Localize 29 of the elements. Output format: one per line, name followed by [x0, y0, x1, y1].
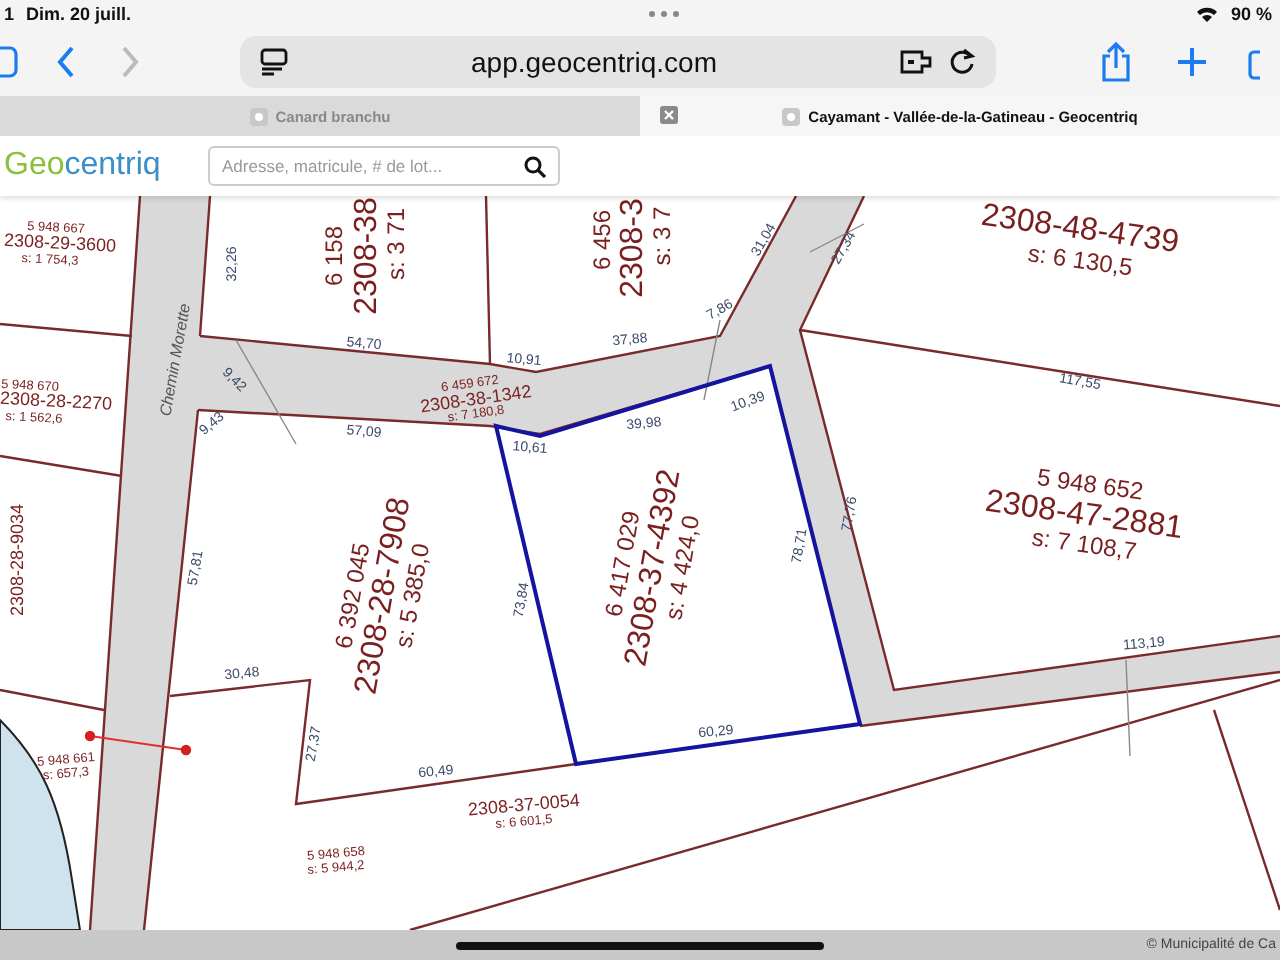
address-bar[interactable]: app.geocentriq.com [240, 36, 996, 88]
search-field[interactable]: Adresse, matricule, # de lot... [208, 146, 560, 186]
back-icon[interactable] [56, 46, 76, 78]
lot-number: 2308-38 [350, 197, 385, 315]
url-text: app.geocentriq.com [469, 46, 719, 78]
lot-detail: 6 456 [588, 209, 617, 271]
favicon-icon [782, 107, 801, 125]
share-icon[interactable] [1100, 42, 1132, 82]
search-icon[interactable] [524, 156, 546, 178]
geocentriq-logo[interactable]: Geocentriq [4, 148, 204, 184]
lot-detail: s: 3 7 [648, 206, 677, 266]
lot-detail: 6 158 [320, 225, 349, 287]
lot-detail: s: 3 71 [382, 207, 411, 281]
wifi-icon [1196, 6, 1219, 22]
battery-level: 90 % [1230, 4, 1272, 24]
close-icon[interactable] [660, 106, 678, 124]
status-time: 1 [4, 4, 15, 24]
more-dots-icon[interactable] [648, 10, 680, 18]
reader-icon[interactable] [260, 48, 288, 76]
measurement-line [84, 730, 192, 756]
sidebar-icon[interactable] [0, 46, 20, 78]
road-name: Chemin Morette [156, 302, 194, 418]
favicon-icon [249, 107, 268, 125]
lot-number: 2308-3 [616, 198, 651, 298]
status-date: Dim. 20 juill. [26, 4, 132, 24]
new-tab-icon[interactable] [1176, 46, 1208, 78]
lot-number: 2308-28-9034 [6, 503, 27, 617]
extension-icon[interactable] [900, 50, 932, 74]
reload-icon[interactable] [948, 48, 976, 76]
